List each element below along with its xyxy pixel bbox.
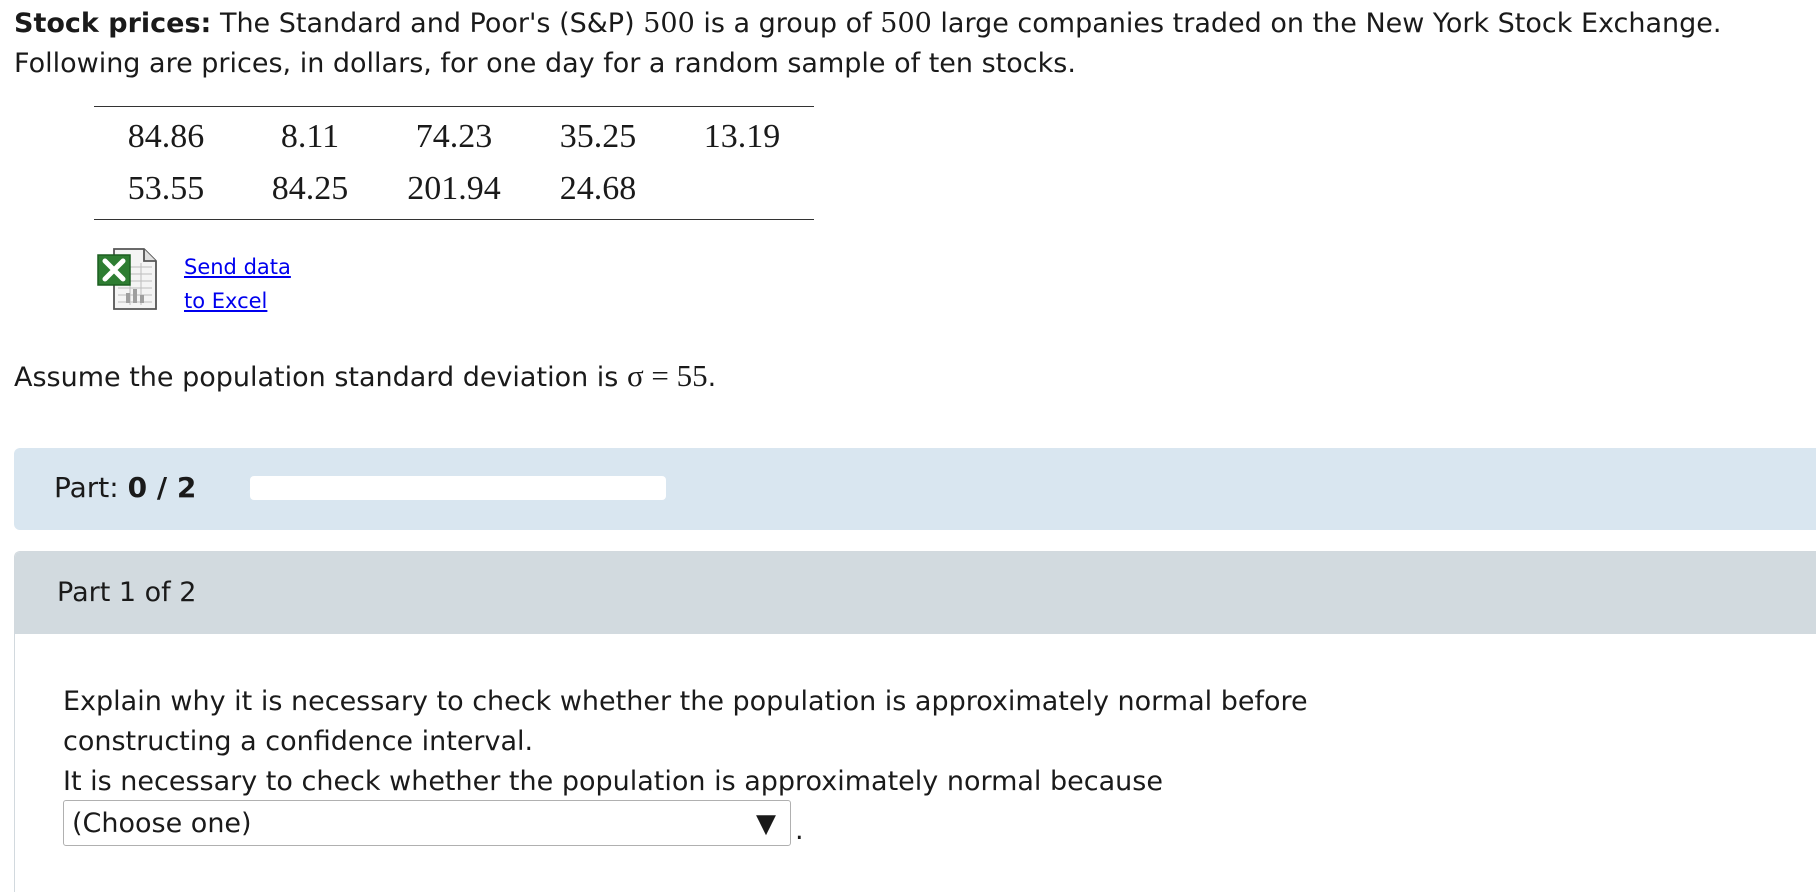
table-cell: 201.94 (407, 170, 501, 207)
stock-prices-table: 84.86 8.11 74.23 35.25 13.19 53.55 84.25… (94, 106, 814, 220)
assumption-period: . (707, 362, 717, 393)
assumption-text: Assume the population standard deviation… (14, 356, 716, 398)
table-row: 53.55 84.25 201.94 24.68 (94, 163, 814, 220)
answer-dropdown[interactable]: (Choose one) ▼ (63, 800, 791, 846)
intro-number-500-b: 500 (880, 8, 932, 39)
intro-text-a: The Standard and Poor's (S&P) (219, 8, 635, 39)
table-cell: 35.25 (559, 118, 637, 155)
problem-intro: Stock prices: The Standard and Poor's (S… (14, 4, 1814, 84)
excel-icon[interactable] (96, 247, 164, 311)
send-to-excel-link[interactable]: Send data to Excel (184, 250, 304, 318)
table-cell: 13.19 (703, 118, 781, 155)
intro-text-c: large companies traded on the New York S… (940, 8, 1722, 39)
part-1-header: Part 1 of 2 (15, 552, 1816, 634)
intro-number-500: 500 (643, 8, 695, 39)
intro-text-b: is a group of (703, 8, 872, 39)
send-to-excel-line2: to Excel (184, 289, 268, 313)
progress-track (250, 476, 666, 500)
table-cell: 53.55 (127, 170, 205, 207)
table-cell: 24.68 (559, 170, 637, 207)
part-1-section: Part 1 of 2 Explain why it is necessary … (14, 551, 1816, 892)
table-cell: 8.11 (280, 118, 340, 155)
part-label: Part: (54, 471, 119, 504)
assumption-label: Assume the population standard deviation… (14, 362, 619, 393)
question-line-1: Explain why it is necessary to check whe… (63, 686, 1308, 717)
question-line-2: constructing a confidence interval. (63, 726, 534, 757)
dropdown-arrow-icon: ▼ (756, 809, 776, 839)
question-text: Explain why it is necessary to check whe… (63, 682, 1463, 802)
table-cell: 84.86 (127, 118, 205, 155)
send-to-excel-line1: Send data (184, 255, 291, 279)
table-cell (670, 163, 814, 220)
table-row: 84.86 8.11 74.23 35.25 13.19 (94, 107, 814, 164)
question-line-3: It is necessary to check whether the pop… (63, 766, 1163, 797)
part-progress-bar: Part: 0 / 2 (14, 448, 1816, 530)
table-cell: 74.23 (415, 118, 493, 155)
answer-period: . (795, 815, 804, 846)
dropdown-selected-value: (Choose one) (72, 808, 252, 839)
sigma-value: σ = 55 (626, 358, 708, 393)
intro-text-line2: Following are prices, in dollars, for on… (14, 48, 1076, 79)
table-cell: 84.25 (271, 170, 349, 207)
part-progress-count: 0 / 2 (127, 471, 197, 504)
part-progress-label: Part: 0 / 2 (54, 468, 196, 508)
answer-row: (Choose one) ▼ . (63, 800, 804, 846)
problem-title: Stock prices: (14, 8, 212, 39)
